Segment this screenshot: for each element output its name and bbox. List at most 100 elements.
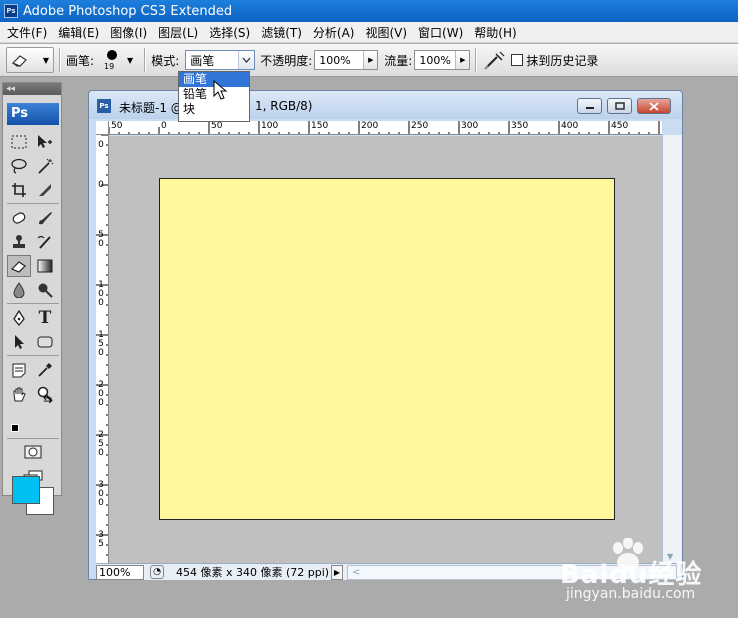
baidu-watermark: Baidu经验 jingyan.baidu.com xyxy=(560,538,735,613)
eraser-icon xyxy=(11,55,27,67)
move-tool-icon[interactable] xyxy=(33,131,57,153)
menu-layer[interactable]: 图层(L) xyxy=(151,24,202,41)
hand-tool-icon[interactable] xyxy=(7,383,31,405)
window-title: Adobe Photoshop CS3 Extended xyxy=(23,3,233,19)
zoom-field[interactable]: 100% xyxy=(96,564,144,580)
menu-image[interactable]: 图像(I) xyxy=(103,24,151,41)
erase-to-history-checkbox[interactable] xyxy=(511,54,524,66)
maximize-button[interactable] xyxy=(607,98,632,114)
divider xyxy=(7,303,59,304)
menu-analysis[interactable]: 分析(A) xyxy=(306,24,359,41)
brush-chevron-down-icon[interactable]: ▼ xyxy=(127,56,133,65)
maximize-icon xyxy=(614,102,625,110)
opacity-field[interactable]: 100% ▶ xyxy=(314,50,379,70)
eraser-tool-icon[interactable] xyxy=(7,255,31,277)
ruler-label: 350 xyxy=(511,121,529,131)
ruler-label: 0 xyxy=(98,140,104,150)
blur-tool-icon[interactable] xyxy=(7,279,31,301)
tool-preset-picker[interactable]: ▼ xyxy=(6,47,54,73)
tool-options-bar: ▼ 画笔: 19 ▼ 模式: 画笔 不透明度: 100% ▶ 流量: 100% … xyxy=(0,44,738,77)
ruler-label: 5 0 xyxy=(98,230,104,249)
ruler-label: 1 0 0 xyxy=(98,280,104,308)
magic-wand-tool-icon[interactable] xyxy=(33,155,57,177)
airbrush-icon[interactable] xyxy=(484,50,506,70)
mode-label: 模式: xyxy=(151,53,180,68)
gradient-tool-icon[interactable] xyxy=(33,255,57,277)
crop-tool-icon[interactable] xyxy=(7,179,31,201)
toolbox-panel: ◂◂ Ps T ⇆ xyxy=(2,82,62,515)
brush-label: 画笔: xyxy=(66,53,95,68)
toolbox-collapse[interactable]: ◂◂ xyxy=(3,83,61,95)
close-button[interactable] xyxy=(637,98,671,114)
close-icon xyxy=(649,101,659,111)
menu-bar: 文件(F) 编辑(E) 图像(I) 图层(L) 选择(S) 滤镜(T) 分析(A… xyxy=(0,22,738,43)
image-canvas[interactable] xyxy=(159,178,615,520)
canvas-work-area[interactable] xyxy=(109,136,662,563)
ruler-label: 250 xyxy=(411,121,429,131)
ps-logo[interactable]: Ps xyxy=(7,103,59,125)
lasso-tool-icon[interactable] xyxy=(7,155,31,177)
brush-dot-icon xyxy=(107,50,118,60)
document-title: 未标题-1 @ xyxy=(119,101,183,115)
default-colors-icon[interactable] xyxy=(11,424,19,432)
chevron-down-icon: ▼ xyxy=(42,55,49,65)
pen-tool-icon[interactable] xyxy=(7,307,31,329)
ruler-label: 2 5 0 xyxy=(98,430,104,458)
history-brush-tool-icon[interactable] xyxy=(33,231,57,253)
flow-label: 流量: xyxy=(384,53,413,68)
ruler-label: 2 0 0 xyxy=(98,380,104,408)
quick-mask-icon[interactable] xyxy=(21,441,45,463)
type-tool-icon[interactable]: T xyxy=(33,307,57,329)
scroll-left-icon[interactable]: < xyxy=(352,567,360,578)
ruler-label: 0 xyxy=(161,121,167,131)
erase-to-history-label: 抹到历史记录 xyxy=(526,53,599,68)
marquee-tool-icon[interactable] xyxy=(7,131,31,153)
chevron-down-icon[interactable] xyxy=(238,51,255,69)
mode-select[interactable]: 画笔 xyxy=(185,50,256,70)
flow-value[interactable]: 100% xyxy=(415,54,455,67)
foreground-color-swatch[interactable] xyxy=(12,476,40,504)
path-selection-tool-icon[interactable] xyxy=(7,331,31,353)
menu-select[interactable]: 选择(S) xyxy=(202,24,254,41)
slice-tool-icon[interactable] xyxy=(33,179,57,201)
divider xyxy=(144,48,147,72)
ruler-label: 3 0 0 xyxy=(98,480,104,508)
healing-brush-tool-icon[interactable] xyxy=(7,207,31,229)
ruler-label: 100 xyxy=(261,121,279,131)
ruler-label: 3 5 xyxy=(98,530,104,549)
ruler-ticks xyxy=(109,121,660,134)
ruler-origin[interactable] xyxy=(96,121,109,135)
swap-colors-icon[interactable]: ⇆ xyxy=(43,393,52,406)
triangle-right-icon[interactable]: ▶ xyxy=(455,51,470,69)
menu-view[interactable]: 视图(V) xyxy=(358,24,411,41)
clone-stamp-tool-icon[interactable] xyxy=(7,231,31,253)
app-title-bar: Ps Adobe Photoshop CS3 Extended xyxy=(0,0,738,22)
document-icon: Ps xyxy=(97,99,111,113)
triangle-right-icon[interactable]: ▶ xyxy=(363,51,378,69)
brush-tool-icon[interactable] xyxy=(33,207,57,229)
ruler-label: 450 xyxy=(611,121,629,131)
document-window: Ps 未标题-1 @ 1, RGB/8) 50 0 50 100 150 200… xyxy=(88,90,683,580)
vertical-ruler[interactable]: 0 0 5 0 1 0 0 1 5 0 2 0 0 2 5 0 3 0 0 3 … xyxy=(96,135,109,563)
divider xyxy=(59,48,61,72)
menu-help[interactable]: 帮助(H) xyxy=(467,24,520,41)
menu-file[interactable]: 文件(F) xyxy=(0,24,51,41)
horizontal-ruler[interactable]: 50 0 50 100 150 200 250 300 350 400 450 xyxy=(109,121,662,135)
menu-window[interactable]: 窗口(W) xyxy=(411,24,467,41)
shape-tool-icon[interactable] xyxy=(33,331,57,353)
notes-tool-icon[interactable] xyxy=(7,359,31,381)
menu-filter[interactable]: 滤镜(T) xyxy=(254,24,306,41)
opacity-value[interactable]: 100% xyxy=(315,54,363,67)
status-info-icon[interactable]: ◔ xyxy=(150,565,164,579)
brush-picker[interactable]: 19 xyxy=(99,47,125,73)
status-menu-arrow-icon[interactable]: ▶ xyxy=(331,564,343,580)
flow-field[interactable]: 100% ▶ xyxy=(414,50,471,70)
vertical-scrollbar[interactable]: ▼ xyxy=(662,135,682,563)
eyedropper-tool-icon[interactable] xyxy=(33,359,57,381)
mode-select-value: 画笔 xyxy=(190,53,215,68)
dodge-tool-icon[interactable] xyxy=(33,279,57,301)
mode-option-block[interactable]: 块 xyxy=(179,102,249,117)
menu-edit[interactable]: 编辑(E) xyxy=(51,24,103,41)
ruler-label: 150 xyxy=(311,121,329,131)
minimize-button[interactable] xyxy=(577,98,602,114)
